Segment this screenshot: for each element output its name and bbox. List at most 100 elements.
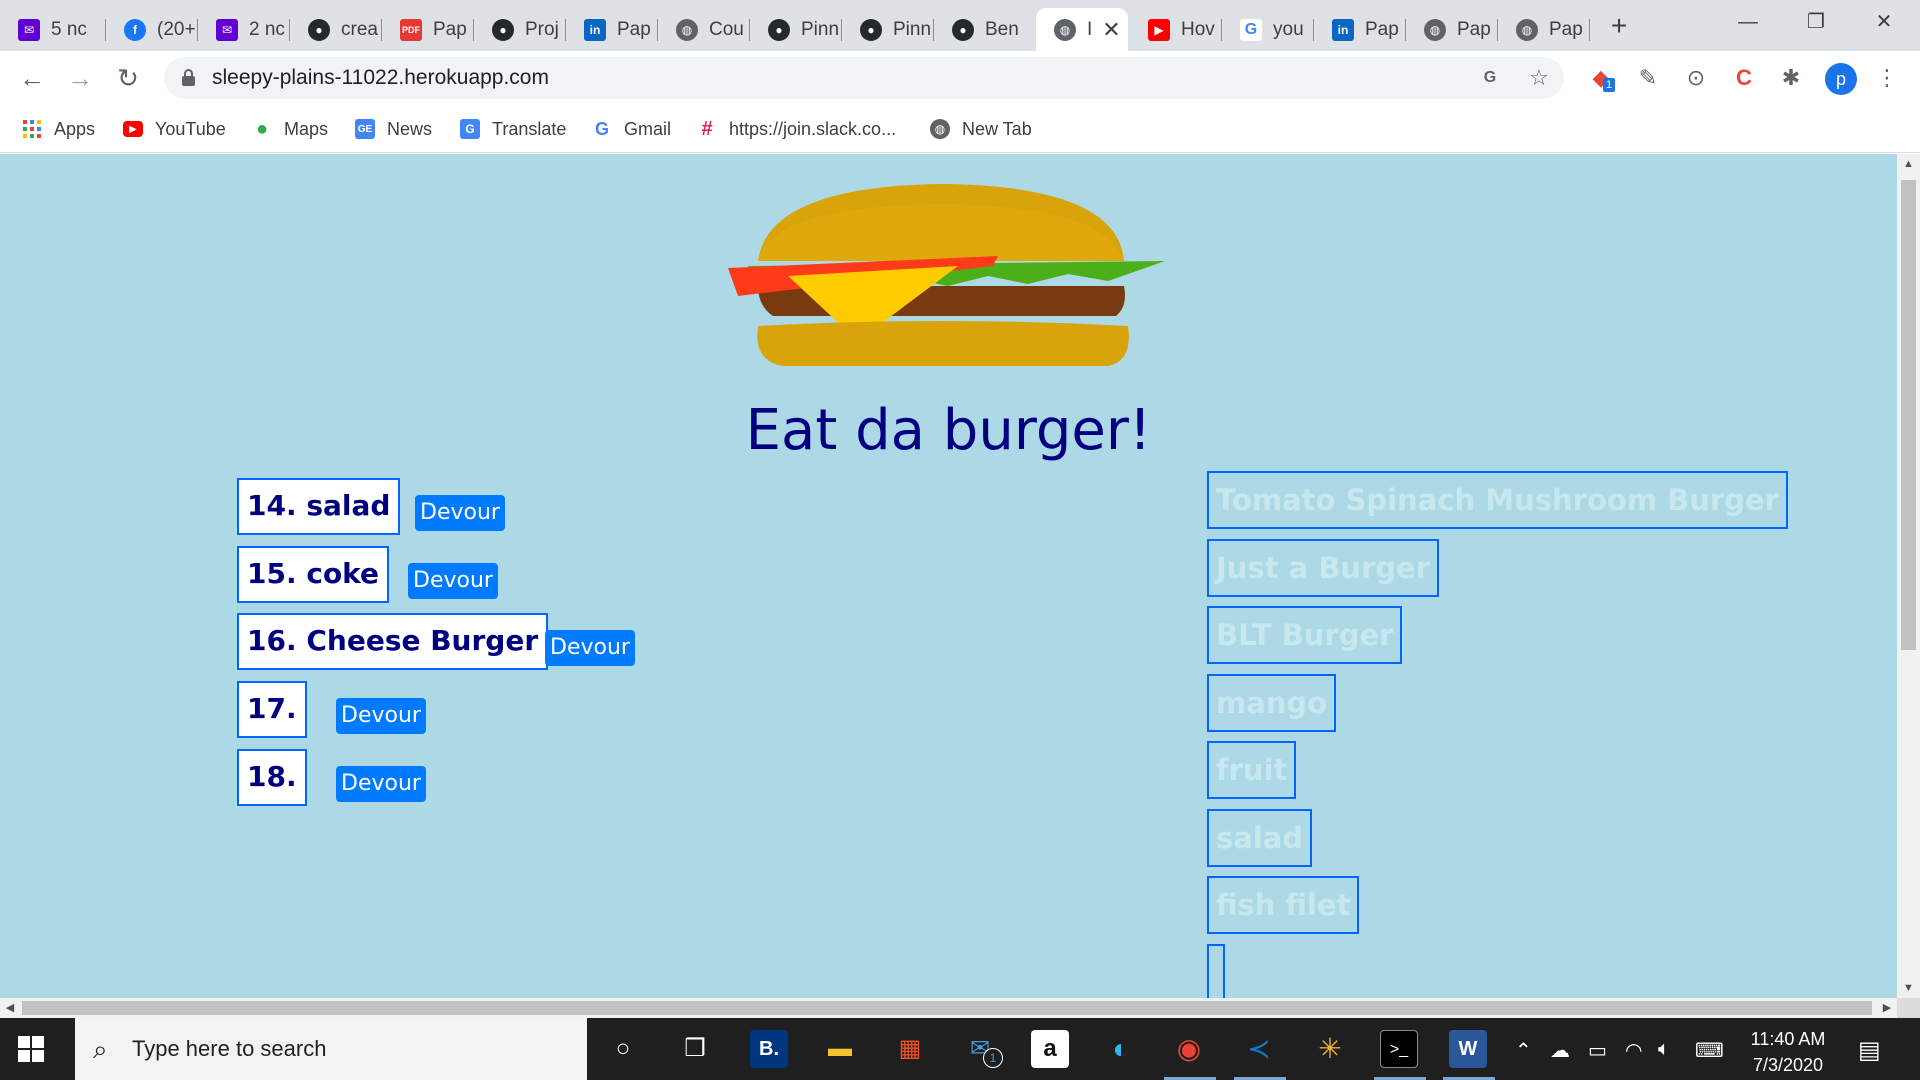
- scroll-left-arrow-icon[interactable]: ◀: [0, 998, 20, 1018]
- tab[interactable]: ◍ Cou: [658, 8, 750, 51]
- minimize-button[interactable]: —: [1714, 0, 1782, 44]
- profile-avatar[interactable]: p: [1825, 63, 1857, 95]
- bookmark-slack[interactable]: # https://join.slack.co...: [697, 115, 896, 143]
- terminal-icon[interactable]: >_: [1380, 1030, 1418, 1068]
- cortana-icon[interactable]: ○: [604, 1030, 642, 1068]
- tab[interactable]: PDF Pap: [382, 8, 474, 51]
- taskbar-clock[interactable]: 11:40 AM 7/3/2020: [1738, 1026, 1838, 1078]
- tab-title: Pinn: [801, 18, 840, 40]
- bookmark-apps[interactable]: Apps: [22, 115, 95, 143]
- search-placeholder: Type here to search: [132, 1036, 327, 1061]
- menu-kebab-icon[interactable]: ⋮: [1871, 62, 1903, 94]
- bookmark-new-tab[interactable]: ◍ New Tab: [930, 115, 1032, 143]
- c-extension-icon[interactable]: C: [1728, 62, 1760, 94]
- google-icon: G: [594, 118, 609, 139]
- chevron-up-icon[interactable]: ⌃: [1515, 1038, 1532, 1063]
- github-icon: ●: [860, 18, 882, 41]
- bookmark-translate[interactable]: G Translate: [460, 115, 566, 143]
- pen-extension-icon[interactable]: ✎: [1632, 62, 1664, 94]
- burger-name: 18.: [237, 749, 307, 806]
- horizontal-scrollbar[interactable]: ◀ ▶: [0, 998, 1897, 1018]
- scroll-up-arrow-icon[interactable]: ▲: [1897, 154, 1920, 174]
- forward-button[interactable]: →: [62, 60, 98, 96]
- tab-strip: ✉ 5 nc f (20+ ✉ 2 nc ● crea PDF Pap ● Pr…: [0, 0, 1920, 51]
- tab[interactable]: in Pap: [566, 8, 658, 51]
- email-icon: ✉: [216, 18, 238, 41]
- store-icon[interactable]: ▦: [891, 1030, 929, 1068]
- volume-icon[interactable]: 🔈︎: [1658, 1038, 1670, 1061]
- devour-button[interactable]: Devour: [408, 563, 498, 599]
- bookmark-news[interactable]: GE News: [355, 115, 432, 143]
- windows-start-icon[interactable]: [18, 1036, 44, 1062]
- lock-icon[interactable]: [182, 69, 195, 86]
- translate-icon: G: [460, 119, 480, 139]
- code-extension-icon[interactable]: ⊙: [1680, 62, 1712, 94]
- scroll-down-arrow-icon[interactable]: ▼: [1897, 978, 1920, 998]
- file-explorer-icon[interactable]: ▬: [821, 1030, 859, 1068]
- devour-button[interactable]: Devour: [336, 766, 426, 802]
- close-tab-icon[interactable]: ✕: [1102, 17, 1120, 43]
- vscode-icon[interactable]: ≺: [1240, 1030, 1278, 1068]
- apps-grid-icon: [22, 119, 42, 139]
- translate-page-icon[interactable]: G: [1477, 65, 1503, 91]
- tab[interactable]: ● Pinn: [842, 8, 934, 51]
- address-bar[interactable]: sleepy-plains-11022.herokuapp.com G ☆: [164, 57, 1564, 99]
- clock-date: 7/3/2020: [1752, 1055, 1824, 1075]
- battery-icon[interactable]: ▭: [1588, 1038, 1607, 1063]
- bookmark-gmail[interactable]: G Gmail: [592, 115, 671, 143]
- tab[interactable]: ● Ben: [934, 8, 1034, 51]
- burger-image: [728, 184, 1165, 366]
- notification-icon[interactable]: ▤: [1858, 1036, 1881, 1065]
- bookmark-label: https://join.slack.co...: [729, 118, 897, 139]
- tab[interactable]: G you: [1222, 8, 1314, 51]
- burger-name: 15. coke: [237, 546, 390, 603]
- mail-icon[interactable]: ✉ 1: [961, 1030, 1003, 1068]
- wifi-icon[interactable]: ◠: [1625, 1038, 1642, 1063]
- scrollbar-corner: [1897, 998, 1920, 1018]
- new-tab-button[interactable]: +: [1604, 8, 1634, 44]
- vertical-scrollbar[interactable]: ▲ ▼: [1897, 154, 1920, 998]
- vertical-scroll-thumb[interactable]: [1901, 180, 1916, 650]
- devour-button[interactable]: Devour: [415, 495, 505, 531]
- devour-button[interactable]: Devour: [545, 630, 635, 666]
- tab[interactable]: ● crea: [290, 8, 382, 51]
- tab[interactable]: ✉ 2 nc: [198, 8, 290, 51]
- keyboard-icon[interactable]: ⌨: [1695, 1038, 1724, 1063]
- bookmark-star-icon[interactable]: ☆: [1526, 65, 1552, 91]
- tab[interactable]: ✉ 5 nc: [0, 8, 106, 51]
- url-text[interactable]: sleepy-plains-11022.herokuapp.com: [212, 66, 549, 90]
- close-window-button[interactable]: ✕: [1850, 0, 1918, 44]
- devoured-item: salad: [1207, 809, 1313, 867]
- back-button[interactable]: ←: [14, 60, 50, 96]
- tab[interactable]: ● Pinn: [750, 8, 842, 51]
- word-icon[interactable]: W: [1449, 1030, 1487, 1068]
- reload-button[interactable]: ↻: [110, 60, 146, 96]
- task-view-icon[interactable]: ❒: [676, 1030, 714, 1068]
- tab[interactable]: ▶ Hov: [1130, 8, 1222, 51]
- scroll-right-arrow-icon[interactable]: ▶: [1877, 998, 1897, 1018]
- tab[interactable]: ◍ Pap: [1406, 8, 1498, 51]
- tab[interactable]: ◍ Pap: [1498, 8, 1590, 51]
- restore-button[interactable]: ❐: [1782, 0, 1850, 44]
- amazon-icon[interactable]: a: [1031, 1030, 1069, 1068]
- bookmark-youtube[interactable]: ▶ YouTube: [123, 115, 226, 143]
- tab-active[interactable]: ◍ I ✕: [1036, 8, 1128, 51]
- booking-icon[interactable]: B.: [750, 1030, 788, 1068]
- devoured-item: Tomato Spinach Mushroom Burger: [1207, 471, 1788, 529]
- extension-icon[interactable]: ◆ 1: [1585, 62, 1617, 94]
- slack-icon[interactable]: ✳: [1311, 1030, 1349, 1068]
- bookmark-maps[interactable]: ● Maps: [252, 115, 328, 143]
- tab-title: Pap: [1365, 18, 1399, 40]
- tab[interactable]: ● Proj: [474, 8, 566, 51]
- devour-button[interactable]: Devour: [336, 698, 426, 734]
- taskbar-search[interactable]: ⌕ Type here to search: [75, 1018, 587, 1080]
- puzzle-extensions-icon[interactable]: ✱: [1775, 62, 1807, 94]
- chrome-icon[interactable]: ◉: [1170, 1030, 1208, 1068]
- tab[interactable]: f (20+: [106, 8, 198, 51]
- bookmarks-bar: Apps ▶ YouTube ● Maps GE News G Translat…: [0, 105, 1920, 153]
- onedrive-icon[interactable]: ☁: [1550, 1038, 1570, 1063]
- edge-icon[interactable]: ◐: [1102, 1030, 1140, 1068]
- tab[interactable]: in Pap: [1314, 8, 1406, 51]
- linkedin-icon: in: [584, 18, 606, 41]
- horizontal-scroll-thumb[interactable]: [22, 1001, 1872, 1015]
